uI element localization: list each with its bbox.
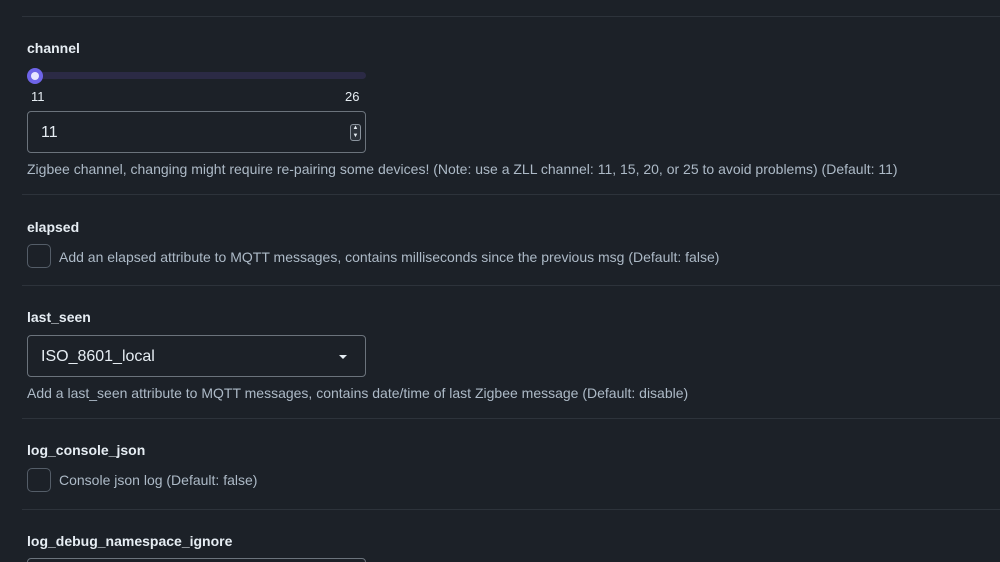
- last-seen-select[interactable]: ISO_8601_local: [27, 335, 366, 377]
- log-console-json-checkbox-label: Console json log (Default: false): [59, 472, 258, 488]
- settings-page: channel 11 26 11 ▲ ▼ Zigbee channel, cha…: [0, 0, 1000, 562]
- channel-number-input[interactable]: 11 ▲ ▼: [27, 111, 366, 153]
- stepper-up-icon[interactable]: ▲: [351, 125, 360, 132]
- channel-slider-min-label: 11: [31, 89, 45, 104]
- channel-slider-max-label: 26: [345, 89, 360, 104]
- section-divider: [22, 194, 1000, 195]
- channel-slider-thumb[interactable]: [27, 68, 43, 84]
- last-seen-selected-value: ISO_8601_local: [41, 348, 155, 365]
- log-debug-namespace-ignore-input[interactable]: [27, 558, 366, 562]
- stepper-down-icon[interactable]: ▼: [351, 133, 360, 140]
- elapsed-checkbox-label: Add an elapsed attribute to MQTT message…: [59, 249, 720, 265]
- log-console-json-label: log_console_json: [27, 442, 146, 458]
- section-divider: [22, 285, 1000, 286]
- channel-label: channel: [27, 40, 80, 56]
- elapsed-label: elapsed: [27, 219, 80, 235]
- last-seen-label: last_seen: [27, 309, 91, 325]
- elapsed-checkbox[interactable]: [27, 244, 51, 268]
- section-divider: [22, 16, 1000, 17]
- log-console-json-checkbox[interactable]: [27, 468, 51, 492]
- channel-input-value: 11: [41, 124, 58, 141]
- caret-down-icon: [339, 355, 347, 359]
- section-divider: [22, 509, 1000, 510]
- section-divider: [22, 418, 1000, 419]
- spin-stepper-icon[interactable]: ▲ ▼: [350, 124, 361, 141]
- last-seen-help-text: Add a last_seen attribute to MQTT messag…: [27, 385, 689, 401]
- log-debug-namespace-ignore-label: log_debug_namespace_ignore: [27, 533, 233, 549]
- channel-slider-track[interactable]: [35, 72, 366, 79]
- channel-help-text: Zigbee channel, changing might require r…: [27, 161, 898, 177]
